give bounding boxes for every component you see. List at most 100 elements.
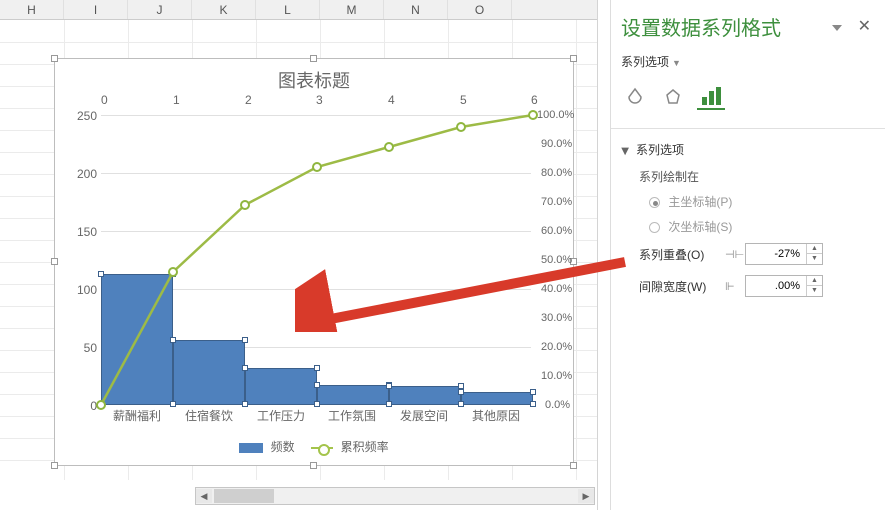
y-right-tick: 40.0%	[541, 283, 572, 295]
format-data-series-pane: 设置数据系列格式 ✕ 系列选项▼ ▶ 系列选项 系列绘制在 主坐标轴(P) 次坐…	[610, 0, 885, 510]
resize-handle[interactable]	[310, 55, 317, 62]
top-axis-tick: 0	[101, 93, 108, 107]
radio-icon	[649, 197, 660, 208]
bar-series[interactable]	[173, 340, 245, 405]
pane-task-dropdown[interactable]	[831, 22, 843, 34]
line-marker[interactable]	[312, 162, 322, 172]
resize-handle[interactable]	[51, 462, 58, 469]
col-header[interactable]: O	[448, 0, 512, 19]
y-right-tick: 90.0%	[541, 138, 572, 150]
resize-handle[interactable]	[570, 55, 577, 62]
x-category: 工作压力	[245, 407, 317, 424]
scroll-thumb[interactable]	[214, 489, 274, 503]
y-right-tick: 100.0%	[537, 109, 574, 121]
col-header[interactable]: J	[128, 0, 192, 19]
series-overlap-control: 系列重叠(O) ⊣⊢ ▲▼	[639, 243, 875, 265]
col-header[interactable]: M	[320, 0, 384, 19]
y-left-tick: 150	[69, 225, 97, 239]
effects-tab-icon[interactable]	[659, 84, 687, 110]
bar-series[interactable]	[245, 368, 317, 405]
legend-swatch-line-icon	[311, 447, 333, 449]
y-right-tick: 30.0%	[541, 312, 572, 324]
x-category: 薪酬福利	[101, 407, 173, 424]
resize-handle[interactable]	[310, 462, 317, 469]
gap-width-control: 间隙宽度(W) ⊩ ▲▼	[639, 275, 875, 297]
y-left-tick: 200	[69, 167, 97, 181]
legend-label-bar: 频数	[271, 440, 295, 454]
legend-label-line: 累积频率	[341, 440, 389, 454]
chart-legend[interactable]: 频数 累积频率	[55, 438, 573, 455]
section-label: 系列选项	[636, 143, 684, 157]
top-axis-tick: 2	[245, 93, 252, 107]
spin-up-icon[interactable]: ▲	[807, 244, 822, 254]
top-axis-tick: 5	[460, 93, 467, 107]
col-header[interactable]: H	[0, 0, 64, 19]
plot-area[interactable]	[101, 115, 531, 405]
line-marker[interactable]	[240, 200, 250, 210]
overlap-spinner[interactable]: ▲▼	[745, 243, 823, 265]
chart-title[interactable]: 图表标题	[55, 59, 573, 93]
spin-down-icon[interactable]: ▼	[807, 286, 822, 296]
col-header[interactable]: L	[256, 0, 320, 19]
close-icon[interactable]: ✕	[858, 16, 871, 36]
x-category: 工作氛围	[316, 407, 388, 424]
top-axis-tick: 6	[531, 93, 538, 107]
bar-series[interactable]	[317, 385, 389, 405]
slider-icon[interactable]: ⊩	[725, 280, 745, 293]
section-series-options[interactable]: ▶ 系列选项	[621, 141, 875, 158]
line-marker[interactable]	[456, 122, 466, 132]
bar-series[interactable]	[101, 274, 173, 405]
horizontal-scrollbar[interactable]: ◀ ▶	[195, 487, 595, 505]
y-right-tick: 0.0%	[545, 399, 570, 411]
y-left-tick: 250	[69, 109, 97, 123]
top-axis-tick: 4	[388, 93, 395, 107]
y-left-tick: 50	[69, 341, 97, 355]
slider-icon[interactable]: ⊣⊢	[725, 248, 745, 261]
line-marker[interactable]	[168, 267, 178, 277]
y-right-tick: 10.0%	[541, 370, 572, 382]
embedded-chart[interactable]: 图表标题 0 1 2 3 4 5 6 250 200 150 100 50 0 …	[54, 58, 574, 466]
series-options-tab-icon[interactable]	[697, 84, 725, 110]
y-left-tick: 100	[69, 283, 97, 297]
radio-icon	[649, 222, 660, 233]
series-options-label: 系列选项	[621, 55, 669, 69]
spin-up-icon[interactable]: ▲	[807, 276, 822, 286]
primary-axis-label: 主坐标轴(P)	[668, 195, 732, 209]
resize-handle[interactable]	[51, 258, 58, 265]
overlap-input[interactable]	[746, 244, 804, 264]
spin-down-icon[interactable]: ▼	[807, 254, 822, 264]
y-right-tick: 50.0%	[541, 254, 572, 266]
scroll-right-button[interactable]: ▶	[578, 489, 594, 503]
x-category: 发展空间	[388, 407, 460, 424]
bar-series[interactable]	[389, 386, 461, 405]
scroll-left-button[interactable]: ◀	[196, 489, 212, 503]
x-category: 住宿餐饮	[173, 407, 245, 424]
resize-handle[interactable]	[570, 462, 577, 469]
gap-input[interactable]	[746, 276, 804, 296]
y-right-tick: 80.0%	[541, 167, 572, 179]
secondary-axis-label: 次坐标轴(S)	[668, 220, 732, 234]
y-right-tick: 70.0%	[541, 196, 572, 208]
pane-tabs	[621, 84, 875, 110]
line-marker[interactable]	[384, 142, 394, 152]
top-axis-tick: 1	[173, 93, 180, 107]
y-right-tick: 60.0%	[541, 225, 572, 237]
series-options-dropdown[interactable]: 系列选项▼	[621, 53, 875, 70]
fill-tab-icon[interactable]	[621, 84, 649, 110]
primary-axis-radio[interactable]: 主坐标轴(P)	[649, 193, 875, 210]
y-right-tick: 20.0%	[541, 341, 572, 353]
column-headers-row: H I J K L M N O	[0, 0, 597, 20]
resize-handle[interactable]	[51, 55, 58, 62]
col-header[interactable]: I	[64, 0, 128, 19]
col-header[interactable]: N	[384, 0, 448, 19]
plot-on-label: 系列绘制在	[639, 168, 875, 185]
legend-swatch-bar-icon	[239, 443, 263, 453]
line-marker[interactable]	[528, 110, 538, 120]
gap-spinner[interactable]: ▲▼	[745, 275, 823, 297]
gap-label: 间隙宽度(W)	[639, 278, 725, 295]
secondary-axis-radio[interactable]: 次坐标轴(S)	[649, 218, 875, 235]
x-category: 其他原因	[460, 407, 532, 424]
top-axis-tick: 3	[316, 93, 323, 107]
bar-series[interactable]	[461, 392, 533, 405]
col-header[interactable]: K	[192, 0, 256, 19]
